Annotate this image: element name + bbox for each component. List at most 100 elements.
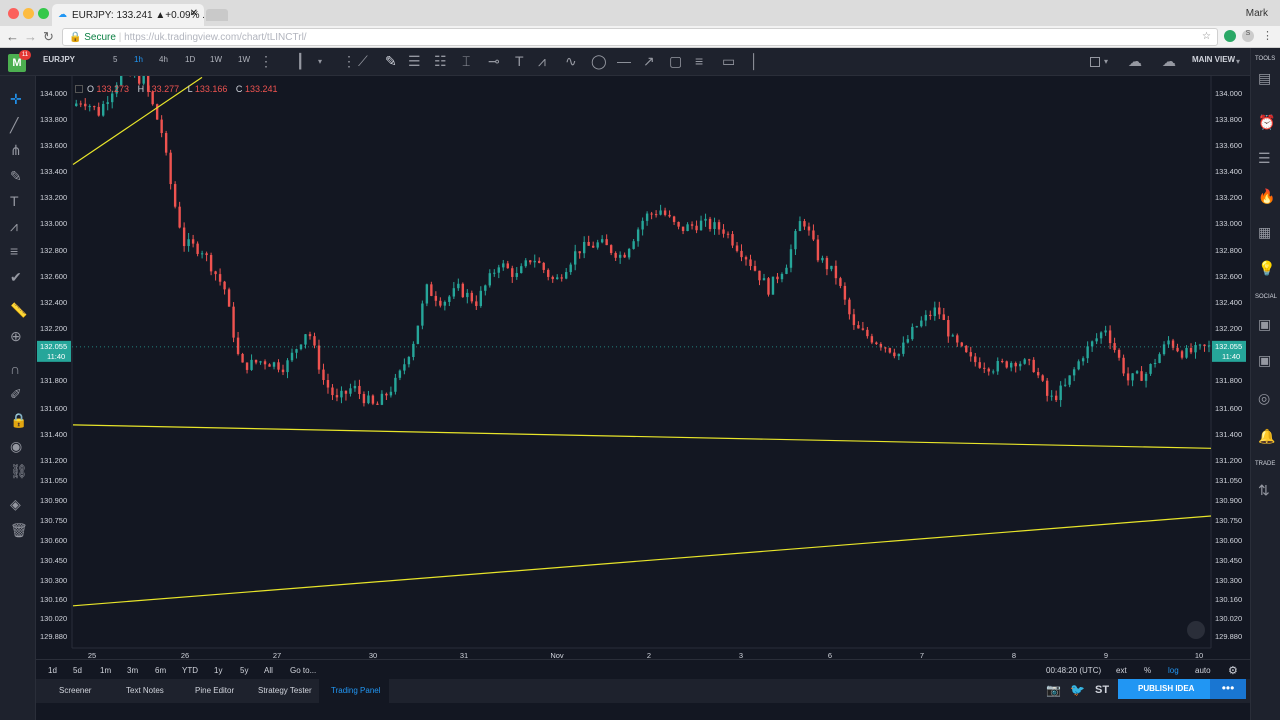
interval-more-icon[interactable]: ⋮ — [259, 53, 273, 70]
vertical-line-icon[interactable]: │ — [750, 53, 759, 69]
horizontal-ray-icon[interactable]: ⊸ — [488, 53, 500, 70]
pattern-icon[interactable]: ⩘ — [538, 53, 546, 70]
interval-1w-alt[interactable]: 1W — [238, 55, 250, 64]
range-all[interactable]: All — [264, 666, 273, 675]
callout-icon[interactable]: ◯ — [591, 53, 607, 70]
notifications-icon[interactable]: 🔔 — [1258, 428, 1275, 445]
cloud-load-icon[interactable]: ☁ — [1162, 53, 1176, 70]
fib-retracement-icon[interactable]: ☷ — [434, 53, 447, 70]
main-view-selector[interactable]: MAIN VIEW — [1192, 55, 1235, 64]
chevron-down-icon[interactable]: ▾ — [1104, 57, 1108, 66]
more-icon[interactable]: ••• — [1210, 679, 1246, 699]
interval-1h[interactable]: 1h — [134, 55, 143, 64]
tab-screener[interactable]: Screener — [59, 686, 91, 695]
chevron-down-icon[interactable]: ▾ — [318, 57, 322, 66]
watchlist-icon[interactable]: ▤ — [1258, 70, 1271, 87]
trend-line-icon[interactable]: ╱ — [10, 117, 18, 134]
log-toggle[interactable]: log — [1168, 666, 1179, 675]
range-ytd[interactable]: YTD — [182, 666, 198, 675]
candles-style-icon[interactable]: ┃ — [296, 53, 304, 70]
brush-icon[interactable]: ✎ — [10, 168, 22, 185]
layers-icon[interactable]: ◈ — [10, 496, 21, 513]
browser-tab[interactable]: ☁ EURJPY: 133.241 ▲+0.09% ... ✕ — [52, 4, 204, 26]
chat-icon[interactable]: ▣ — [1258, 316, 1271, 333]
brush-icon[interactable]: ✎ — [385, 53, 397, 70]
trade-icon[interactable]: ⇅ — [1258, 482, 1270, 499]
interval-1w[interactable]: 1W — [210, 55, 222, 64]
text-icon[interactable]: T — [10, 193, 19, 209]
tab-text-notes[interactable]: Text Notes — [126, 686, 164, 695]
range-3m[interactable]: 3m — [127, 666, 138, 675]
ideas-icon[interactable]: 💡 — [1258, 260, 1275, 277]
comment-icon[interactable]: ▭ — [722, 53, 735, 70]
scroll-to-realtime-icon[interactable] — [1187, 621, 1205, 639]
trend-line-icon[interactable]: ⟋ — [358, 53, 368, 70]
ruler-icon[interactable]: 📏 — [10, 302, 27, 319]
zoom-icon[interactable]: ⊕ — [10, 328, 22, 345]
cloud-save-icon[interactable]: ☁ — [1128, 53, 1142, 70]
pitchfork-icon[interactable]: ⋔ — [10, 142, 22, 159]
profile-name[interactable]: Mark — [1246, 8, 1268, 19]
range-1d[interactable]: 1d — [48, 666, 57, 675]
hotlists-icon[interactable]: 🔥 — [1258, 188, 1275, 205]
close-window-icon[interactable] — [8, 8, 19, 19]
extension-s-icon[interactable]: S — [1242, 30, 1254, 42]
ray-icon[interactable]: ↗ — [643, 53, 655, 70]
eye-icon[interactable]: ◉ — [10, 438, 22, 455]
bookmark-star-icon[interactable]: ☆ — [1202, 31, 1211, 42]
close-tab-icon[interactable]: ✕ — [190, 8, 198, 19]
stay-drawing-icon[interactable]: ✐ — [10, 386, 22, 403]
messages-icon[interactable]: ▣ — [1258, 352, 1271, 369]
settings-gear-icon[interactable]: ⚙ — [1228, 664, 1238, 677]
tab-strategy-tester[interactable]: Strategy Tester — [258, 686, 312, 695]
alarm-icon[interactable]: ⏰ — [1258, 114, 1275, 131]
chevron-down-icon[interactable]: ▾ — [1236, 57, 1240, 66]
url-field[interactable]: 🔒 Secure | https://uk.tradingview.com/ch… — [62, 28, 1218, 46]
text-cursor-icon[interactable]: ⌶ — [462, 53, 470, 70]
streams-icon[interactable]: ◎ — [1258, 390, 1270, 407]
minimize-window-icon[interactable] — [23, 8, 34, 19]
maximize-window-icon[interactable] — [38, 8, 49, 19]
interval-5[interactable]: 5 — [113, 55, 117, 64]
horizontal-line-icon[interactable]: — — [617, 53, 631, 69]
trash-icon[interactable]: 🗑 — [10, 522, 28, 539]
range-1y[interactable]: 1y — [214, 666, 222, 675]
symbol-search[interactable]: EURJPY — [43, 55, 75, 64]
tab-pine-editor[interactable]: Pine Editor — [195, 686, 234, 695]
range-6m[interactable]: 6m — [155, 666, 166, 675]
data-window-icon[interactable]: ☰ — [1258, 150, 1271, 167]
price-chart[interactable]: 134.000 134.000 133.800 133.800 133.600 133.6… — [36, 76, 1250, 659]
ext-toggle[interactable]: ext — [1116, 666, 1127, 675]
lock-icon[interactable]: 🔒 — [10, 412, 27, 429]
drag-handle-icon[interactable]: ⋮ — [342, 53, 356, 70]
new-tab-button[interactable] — [206, 9, 228, 21]
fib-icon[interactable]: ≡ — [10, 243, 18, 259]
layout-icon[interactable] — [1090, 57, 1100, 67]
calendar-icon[interactable]: ▦ — [1258, 224, 1271, 241]
gann-icon[interactable]: ≡ — [695, 53, 703, 69]
rectangle-icon[interactable]: ▢ — [669, 53, 682, 70]
check-icon[interactable]: ✔ — [10, 269, 22, 286]
browser-menu-icon[interactable]: ⋮ — [1262, 29, 1273, 42]
back-icon[interactable]: ← — [6, 29, 19, 44]
utc-clock[interactable]: 00:48:20 (UTC) — [1046, 666, 1101, 675]
interval-4h[interactable]: 4h — [159, 55, 168, 64]
link-icon[interactable]: ⛓ — [10, 463, 28, 480]
elliott-wave-icon[interactable]: ∿ — [565, 53, 577, 70]
range-5d[interactable]: 5d — [73, 666, 82, 675]
parallel-channel-icon[interactable]: ☰ — [408, 53, 421, 70]
auto-toggle[interactable]: auto — [1195, 666, 1211, 675]
range-1m[interactable]: 1m — [100, 666, 111, 675]
pattern-icon[interactable]: ⩘ — [10, 218, 18, 235]
interval-1d[interactable]: 1D — [185, 55, 195, 64]
legend-collapse-icon[interactable] — [75, 85, 83, 93]
reload-icon[interactable]: ↻ — [43, 29, 54, 45]
camera-icon[interactable]: 📷 — [1046, 683, 1061, 697]
range-5y[interactable]: 5y — [240, 666, 248, 675]
text-tool-icon[interactable]: T — [515, 53, 524, 69]
forward-icon[interactable]: → — [24, 29, 37, 44]
go-to-date[interactable]: Go to... — [290, 666, 316, 675]
magnet-icon[interactable]: ∩ — [10, 361, 20, 377]
percent-toggle[interactable]: % — [1144, 666, 1151, 675]
publish-idea-button[interactable]: PUBLISH IDEA ••• — [1118, 679, 1246, 699]
